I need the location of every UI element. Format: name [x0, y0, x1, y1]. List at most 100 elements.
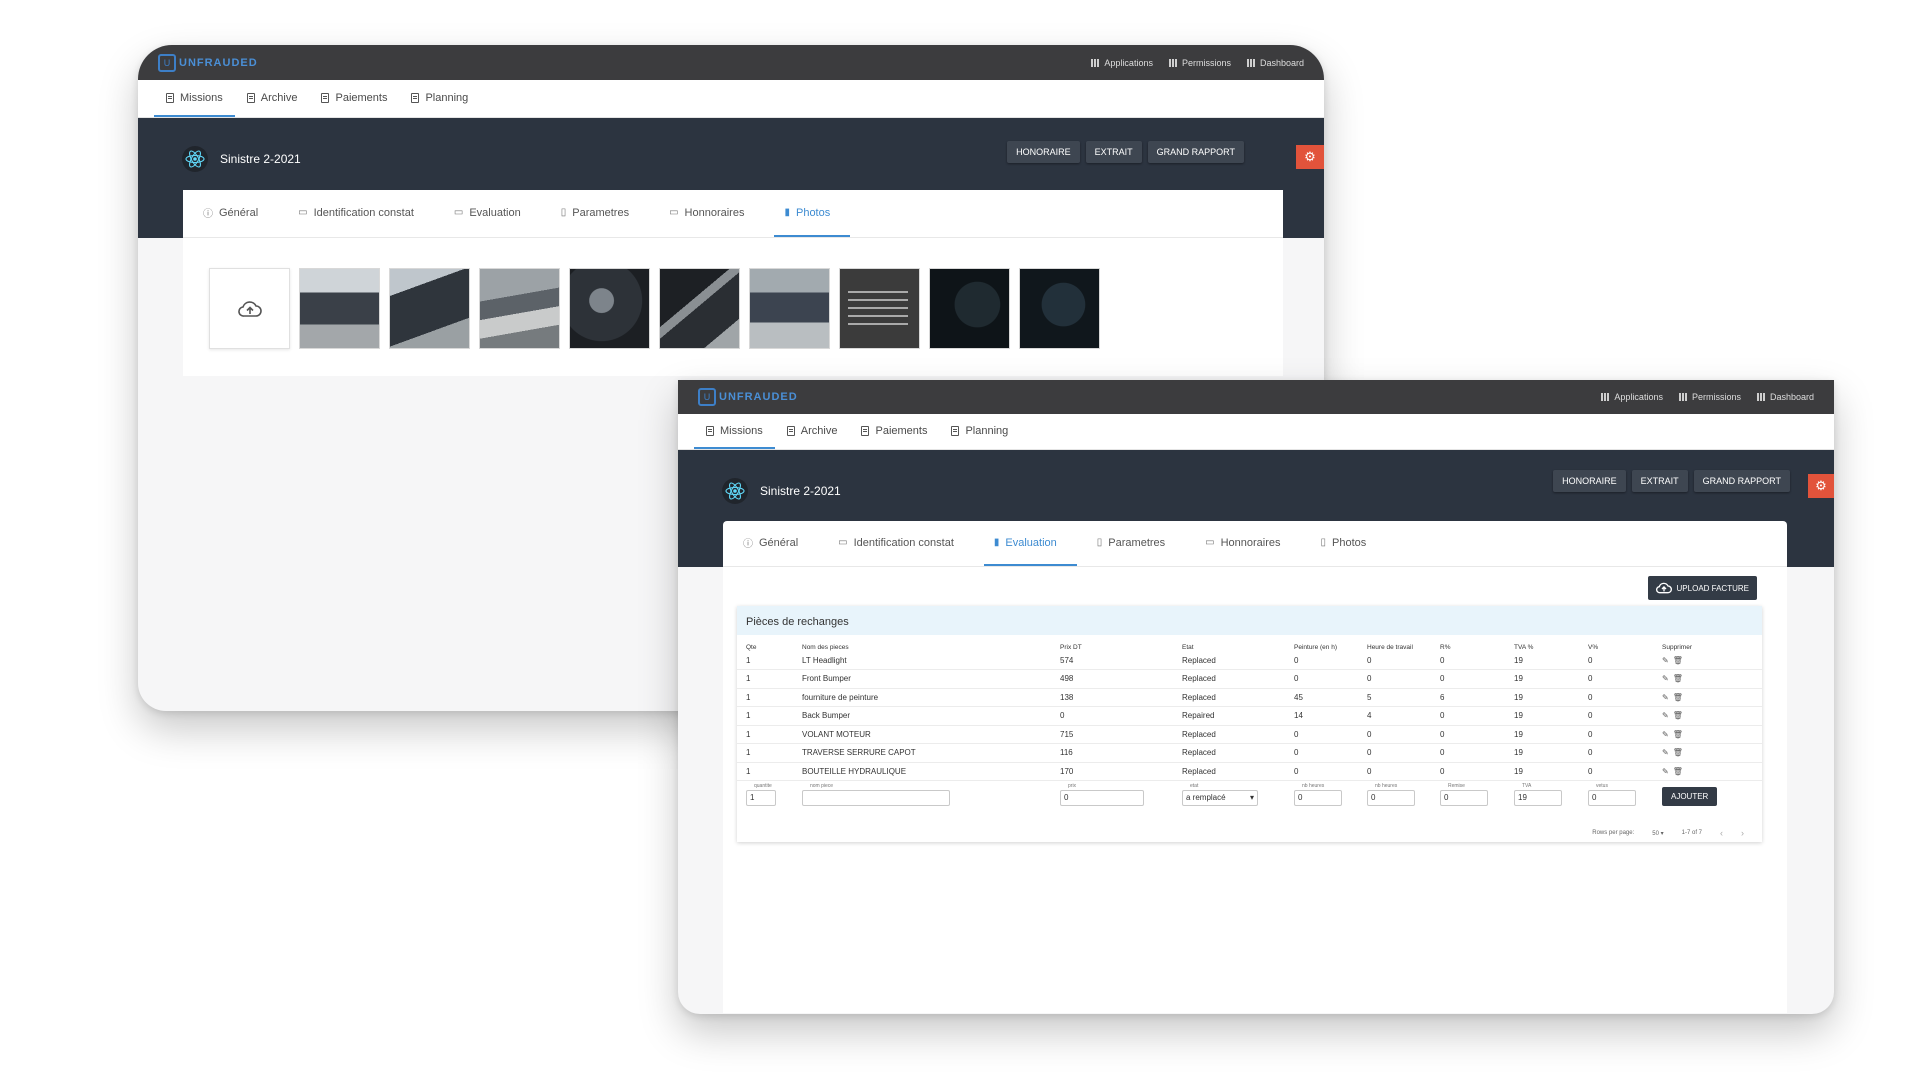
- nav-planning[interactable]: Planning: [939, 414, 1020, 449]
- tab-evaluation[interactable]: ▮ Evaluation: [983, 521, 1077, 566]
- tab-photos[interactable]: ▯ Photos: [1311, 521, 1387, 566]
- trash-icon[interactable]: 🗑: [1673, 674, 1687, 683]
- table-cell: 19: [1505, 706, 1579, 726]
- edit-icon[interactable]: ✎: [1662, 767, 1673, 776]
- edit-icon[interactable]: ✎: [1662, 674, 1673, 683]
- settings-gear-button[interactable]: ⚙: [1296, 145, 1324, 169]
- photo-thumbnail[interactable]: [299, 268, 380, 349]
- photo-thumbnail[interactable]: [569, 268, 650, 349]
- table-row: 1 LT Headlight 574 Replaced 0 0 0 19 0 ✎🗑: [737, 651, 1762, 670]
- top-link-applications[interactable]: Applications: [1091, 58, 1153, 68]
- edit-icon[interactable]: ✎: [1662, 748, 1673, 757]
- photo-thumbnail[interactable]: [479, 268, 560, 349]
- state-select[interactable]: a remplacé ▾: [1182, 789, 1258, 806]
- tab-honnoraires[interactable]: ▭ Honnoraires: [659, 190, 764, 237]
- trash-icon[interactable]: 🗑: [1673, 748, 1687, 757]
- table-cell: BOUTEILLE HYDRAULIQUE: [793, 762, 1051, 781]
- photo-thumbnail[interactable]: [659, 268, 740, 349]
- chart-icon: ▭: [669, 207, 679, 218]
- trash-icon[interactable]: 🗑: [1673, 711, 1687, 720]
- discount-input[interactable]: [1440, 789, 1488, 806]
- rows-per-page-select[interactable]: 50 ▾: [1652, 830, 1663, 837]
- work-hours-input[interactable]: [1367, 789, 1415, 806]
- table-cell: 0: [1285, 762, 1358, 781]
- photo-thumbnail[interactable]: [749, 268, 830, 349]
- upload-facture-button[interactable]: UPLOAD FACTURE: [1647, 576, 1757, 600]
- photo-thumbnail[interactable]: [389, 268, 470, 349]
- document-icon: [166, 92, 174, 103]
- tab-identification[interactable]: ▭ Identification constat: [828, 521, 974, 566]
- trash-icon[interactable]: 🗑: [1673, 656, 1687, 665]
- add-part-button[interactable]: AJOUTER: [1662, 786, 1718, 806]
- table-cell: 0: [1358, 762, 1431, 781]
- tab-identification[interactable]: ▭ Identification constat: [288, 190, 434, 237]
- nav-paiements[interactable]: Paiements: [309, 80, 399, 117]
- table-cell: 0: [1579, 688, 1653, 707]
- document-icon: ▯: [560, 207, 567, 218]
- mission-tabs: ⓘ Général ▭ Identification constat ▭ Evalua…: [183, 190, 1283, 238]
- paint-hours-input[interactable]: [1294, 789, 1342, 806]
- vetuste-input[interactable]: [1588, 789, 1636, 806]
- trash-icon[interactable]: 🗑: [1673, 767, 1687, 776]
- nav-archive[interactable]: Archive: [235, 80, 310, 117]
- grand-rapport-button[interactable]: GRAND RAPPORT: [1147, 141, 1244, 163]
- table-cell: 0: [1431, 669, 1505, 689]
- settings-gear-button[interactable]: ⚙: [1808, 474, 1834, 498]
- cloud-upload-icon: [237, 300, 262, 317]
- grid-icon: [1756, 393, 1765, 401]
- extrait-button[interactable]: EXTRAIT: [1631, 470, 1688, 492]
- tab-honnoraires[interactable]: ▭ Honnoraires: [1195, 521, 1300, 566]
- top-link-permissions[interactable]: Permissions: [1678, 392, 1741, 402]
- top-link-dashboard[interactable]: Dashboard: [1756, 392, 1814, 402]
- tab-general[interactable]: ⓘ Général: [733, 521, 818, 566]
- chevron-left-icon[interactable]: ‹: [1720, 828, 1723, 838]
- quantity-stepper[interactable]: [746, 789, 776, 806]
- trash-icon[interactable]: 🗑: [1673, 693, 1687, 702]
- top-link-dashboard[interactable]: Dashboard: [1246, 58, 1304, 68]
- upload-photo-button[interactable]: [209, 268, 290, 349]
- photo-thumbnail[interactable]: [839, 268, 920, 349]
- tab-photos[interactable]: ▮ Photos: [774, 190, 851, 237]
- grid-icon: [1091, 58, 1100, 67]
- table-cell: Replaced: [1173, 725, 1285, 744]
- grid-icon: [1678, 393, 1687, 401]
- top-link-applications[interactable]: Applications: [1601, 392, 1663, 402]
- photo-thumbnail[interactable]: [929, 268, 1010, 349]
- table-row: 1 BOUTEILLE HYDRAULIQUE 170 Replaced 0 0 0 19 0 ✎…: [737, 762, 1762, 781]
- row-actions: ✎🗑: [1653, 688, 1762, 707]
- edit-icon[interactable]: ✎: [1662, 693, 1673, 702]
- honoraire-button[interactable]: HONORAIRE: [1553, 470, 1626, 492]
- edit-icon[interactable]: ✎: [1662, 656, 1673, 665]
- chevron-right-icon[interactable]: ›: [1741, 828, 1744, 838]
- nav-missions[interactable]: Missions: [694, 414, 775, 449]
- edit-icon[interactable]: ✎: [1662, 730, 1673, 739]
- info-icon: ⓘ: [743, 539, 753, 550]
- document-icon: [321, 92, 330, 103]
- nav-planning[interactable]: Planning: [399, 80, 480, 117]
- grand-rapport-button[interactable]: GRAND RAPPORT: [1693, 470, 1790, 492]
- column-header: V%: [1588, 644, 1599, 651]
- top-link-permissions[interactable]: Permissions: [1168, 58, 1231, 68]
- brand-logo[interactable]: U UNFRAUDED: [158, 53, 258, 72]
- tva-input[interactable]: [1514, 789, 1562, 806]
- react-atom-icon: [722, 478, 748, 504]
- edit-icon[interactable]: ✎: [1662, 711, 1673, 720]
- tab-parametres[interactable]: ▯ Parametres: [1087, 521, 1185, 566]
- gear-icon: ⚙: [1304, 149, 1316, 164]
- photo-thumbnail[interactable]: [1019, 268, 1100, 349]
- brand-logo[interactable]: U UNFRAUDED: [698, 388, 798, 406]
- part-name-input[interactable]: [802, 789, 950, 806]
- honoraire-button[interactable]: HONORAIRE: [1007, 141, 1080, 163]
- table-row: 1 Back Bumper 0 Repaired 14 4 0 19 0 ✎🗑: [737, 706, 1762, 726]
- trash-icon[interactable]: 🗑: [1673, 730, 1687, 739]
- nav-paiements[interactable]: Paiements: [849, 414, 939, 449]
- tab-general[interactable]: ⓘ Général: [193, 190, 278, 237]
- tab-evaluation[interactable]: ▭ Evaluation: [444, 190, 541, 237]
- extrait-button[interactable]: EXTRAIT: [1085, 141, 1142, 163]
- price-input[interactable]: [1060, 789, 1144, 806]
- nav-archive[interactable]: Archive: [775, 414, 850, 449]
- table-cell: Replaced: [1173, 669, 1285, 689]
- table-cell: 1: [737, 762, 793, 781]
- nav-missions[interactable]: Missions: [154, 80, 235, 117]
- tab-parametres[interactable]: ▯ Parametres: [551, 190, 649, 237]
